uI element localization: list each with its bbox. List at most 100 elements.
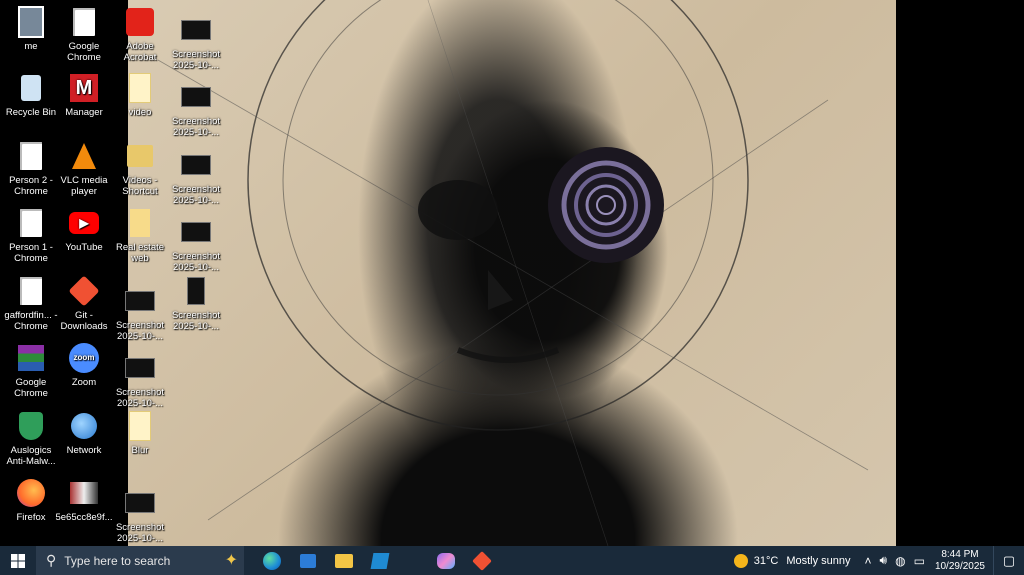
desktop-icon-adobe-acrobat[interactable]: Adobe Acrobat [109,6,171,63]
icon-label: Blur [131,445,149,456]
desktop-icon-blur[interactable]: Blur [109,410,171,456]
image-file-icon [15,6,47,38]
store-icon[interactable] [290,546,326,575]
notifications-button[interactable]: ▢ [993,546,1024,575]
manager-m-icon: M [68,72,100,104]
clock-time: 8:44 PM [941,548,979,560]
icon-label: Videos - Shortcut [122,175,158,197]
weather-condition: Mostly sunny [786,554,851,567]
clock-date: 10/29/2025 [934,560,985,572]
document-icon [15,207,47,239]
image-file-icon [68,477,100,509]
desktop-icon-screenshot[interactable]: Screenshot 2025-10-... [165,149,227,206]
videos-folder-icon [124,140,156,172]
desktop-icon-youtube[interactable]: ▶ YouTube [53,207,115,253]
battery-icon[interactable]: ▭ [914,554,925,568]
edge-icon[interactable] [254,546,290,575]
document-icon [15,140,47,172]
desktop-icon-zoom[interactable]: zoom Zoom [53,342,115,388]
globe-icon[interactable]: ◍ [895,554,905,568]
icon-label: video [128,107,152,118]
zoom-icon: zoom [68,342,100,374]
desktop-icon-screenshot[interactable]: Screenshot 2025-10-... [165,275,227,332]
search-placeholder: Type here to search [64,553,171,568]
icon-label: Network [66,445,102,456]
icon-label: Screenshot 2025-10-... [115,320,165,342]
recycle-bin-icon [15,72,47,104]
icon-label: Screenshot 2025-10-... [171,49,221,71]
desktop-icon-real-estate-web[interactable]: Real estate web [109,207,171,264]
icon-label: Adobe Acrobat [123,41,157,63]
taskbar: ⚲ Type here to search ✦ 31°C Mostly sunn… [0,546,1024,575]
desktop-icon-git-downloads[interactable]: Git - Downloads [53,275,115,332]
icon-label: Google Chrome [67,41,101,63]
icon-label: VLC media player [60,175,108,197]
icon-label: Screenshot 2025-10-... [171,184,221,206]
desktop-icon-5e65cc8e9f[interactable]: 5e65cc8e9f... [53,477,115,523]
screenshot-file-icon [124,285,156,317]
sun-icon [733,553,748,568]
desktop-icon-screenshot[interactable]: Screenshot 2025-10-... [165,216,227,273]
desktop-right-edge [896,0,1024,546]
git-icon [68,275,100,307]
weather-widget[interactable]: 31°C Mostly sunny [733,553,851,568]
screenshot-file-icon [180,275,212,307]
desktop-icon-vlc[interactable]: VLC media player [53,140,115,197]
screenshot-file-icon [124,352,156,384]
icon-label: Zoom [71,377,97,388]
icon-label: Screenshot 2025-10-... [171,116,221,138]
desktop-icon-video[interactable]: video [109,72,171,118]
vscode-icon[interactable] [362,546,398,575]
folder-icon [124,207,156,239]
file-explorer-icon[interactable] [326,546,362,575]
windows-logo-icon [11,553,25,568]
icon-label: YouTube [65,242,103,253]
desktop-icon-network[interactable]: Network [53,410,115,456]
icon-label: Real estate web [115,242,165,264]
weather-temp: 31°C [753,554,779,567]
icon-label: Screenshot 2025-10-... [115,387,165,409]
folder-icon [124,410,156,442]
acrobat-icon [124,6,156,38]
icon-label: Manager [65,107,103,118]
youtube-icon: ▶ [68,207,100,239]
screenshot-file-icon [124,487,156,519]
desktop-icon-screenshot[interactable]: Screenshot 2025-10-... [109,487,171,544]
speaker-icon[interactable]: 🔊︎ [880,553,888,568]
wallpaper-art [157,0,869,546]
desktop-icon-videos-shortcut[interactable]: Videos - Shortcut [109,140,171,197]
desktop-wallpaper [128,0,896,546]
network-globe-icon [68,410,100,442]
icon-label: 5e65cc8e9f... [55,512,113,523]
system-tray: 31°C Mostly sunny ˄ 🔊︎ ◍ ▭ 8:44 PM 10/29… [733,546,1024,575]
start-button[interactable] [0,546,36,575]
icon-label: Screenshot 2025-10-... [171,251,221,273]
desktop-icon-manager[interactable]: M Manager [53,72,115,118]
archive-icon [15,342,47,374]
search-icon: ⚲ [46,552,57,568]
screenshot-file-icon [180,14,212,46]
shield-icon [15,410,47,442]
vlc-cone-icon [68,140,100,172]
document-icon [15,275,47,307]
sparkle-icon: ✦ [224,552,238,569]
icon-label: Screenshot 2025-10-... [171,310,221,332]
desktop-icon-screenshot[interactable]: Screenshot 2025-10-... [165,81,227,138]
taskbar-search-box[interactable]: ⚲ Type here to search ✦ [36,546,244,575]
desktop-icon-google-chrome[interactable]: Google Chrome [53,6,115,63]
chevron-up-icon[interactable]: ˄ [865,554,872,568]
copilot-icon[interactable] [428,546,464,575]
git-icon[interactable] [464,546,500,575]
clock[interactable]: 8:44 PM 10/29/2025 [935,549,985,573]
notification-icon: ▢ [1002,552,1016,568]
desktop-icon-screenshot[interactable]: Screenshot 2025-10-... [109,352,171,409]
document-icon [68,6,100,38]
screenshot-file-icon [180,149,212,181]
desktop-icon-screenshot[interactable]: Screenshot 2025-10-... [109,285,171,342]
icon-label: Screenshot 2025-10-... [115,522,165,544]
icon-label: Git - Downloads [60,310,108,332]
folder-icon [124,72,156,104]
screenshot-file-icon [180,216,212,248]
screenshot-file-icon [180,81,212,113]
desktop-icon-screenshot[interactable]: Screenshot 2025-10-... [165,14,227,71]
